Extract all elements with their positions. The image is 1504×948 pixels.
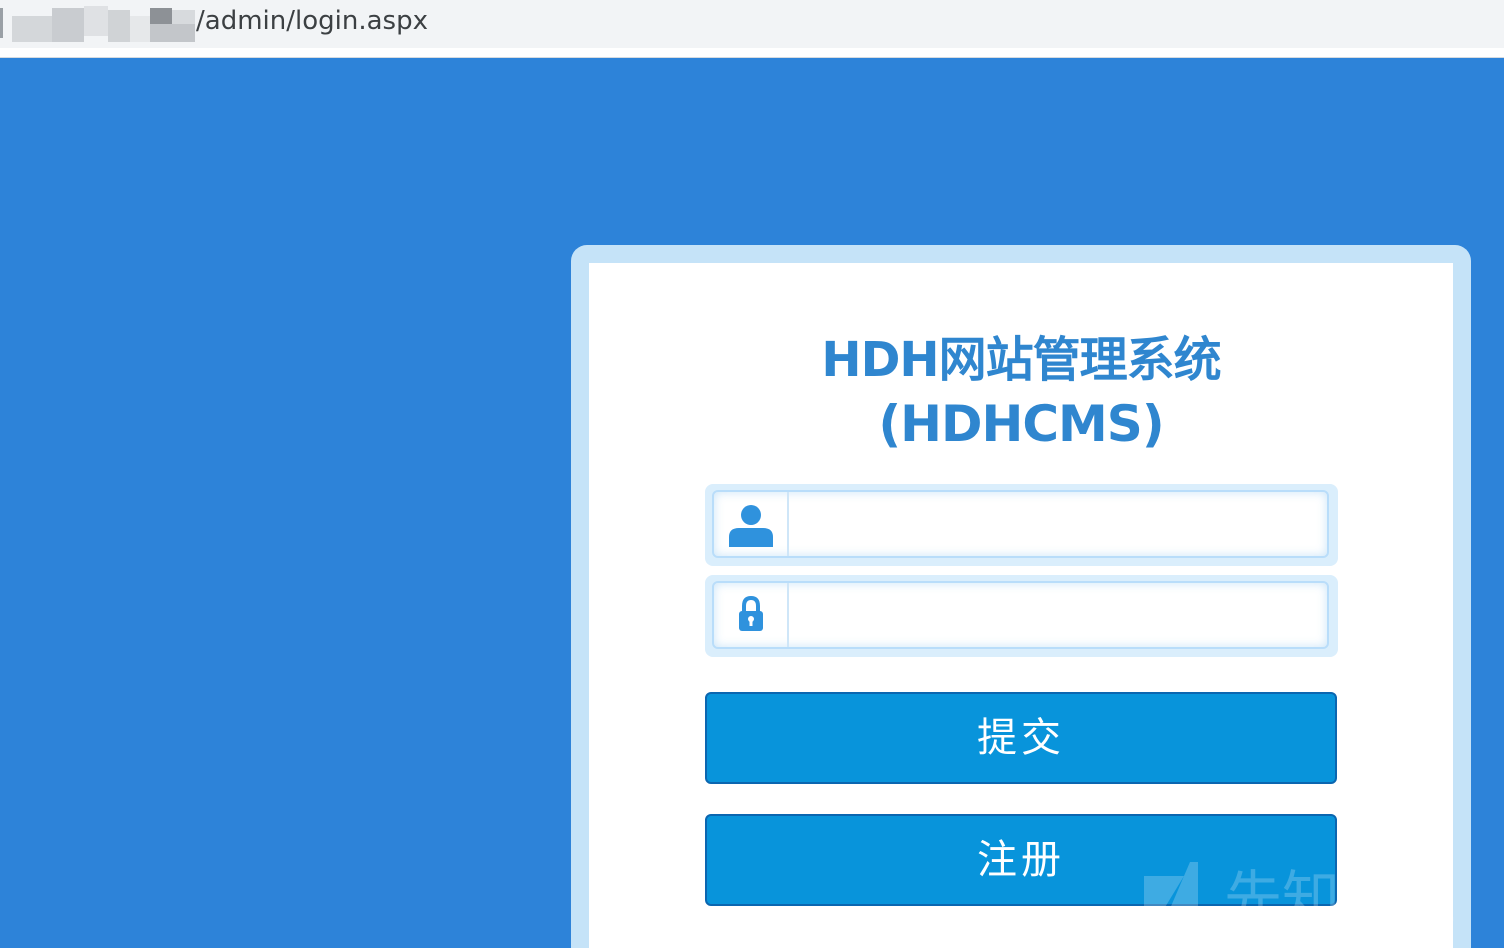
- address-bar-edge: [0, 8, 3, 38]
- address-bar[interactable]: /admin/login.aspx: [0, 0, 1504, 48]
- address-bar-divider: [0, 48, 1504, 58]
- login-subtitle: (HDHCMS): [878, 395, 1164, 453]
- user-icon: [729, 505, 773, 547]
- login-title: HDH网站管理系统: [821, 332, 1221, 388]
- lock-icon: [739, 595, 763, 631]
- username-icon-cell: [714, 492, 789, 556]
- register-button[interactable]: 注册: [705, 814, 1337, 906]
- username-box: [712, 490, 1329, 558]
- username-input[interactable]: [794, 498, 1318, 550]
- redacted-host: [12, 6, 195, 42]
- address-url-path[interactable]: /admin/login.aspx: [196, 4, 428, 38]
- submit-button[interactable]: 提交: [705, 692, 1337, 784]
- username-field: [705, 484, 1338, 566]
- password-icon-cell: [714, 583, 789, 647]
- password-box: [712, 581, 1329, 649]
- password-field: [705, 575, 1338, 657]
- password-input[interactable]: [794, 589, 1318, 641]
